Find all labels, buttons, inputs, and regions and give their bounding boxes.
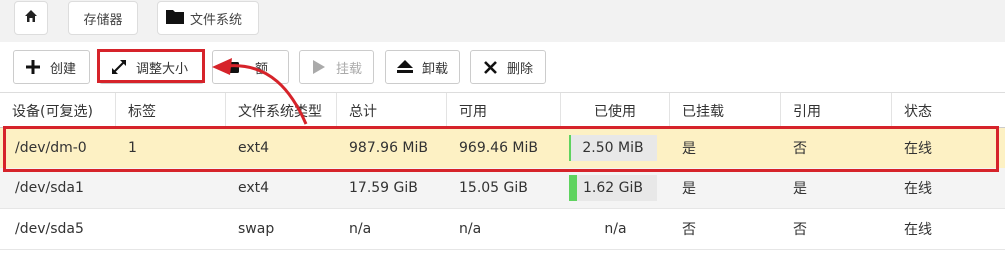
annotation-arrow xyxy=(212,58,308,125)
